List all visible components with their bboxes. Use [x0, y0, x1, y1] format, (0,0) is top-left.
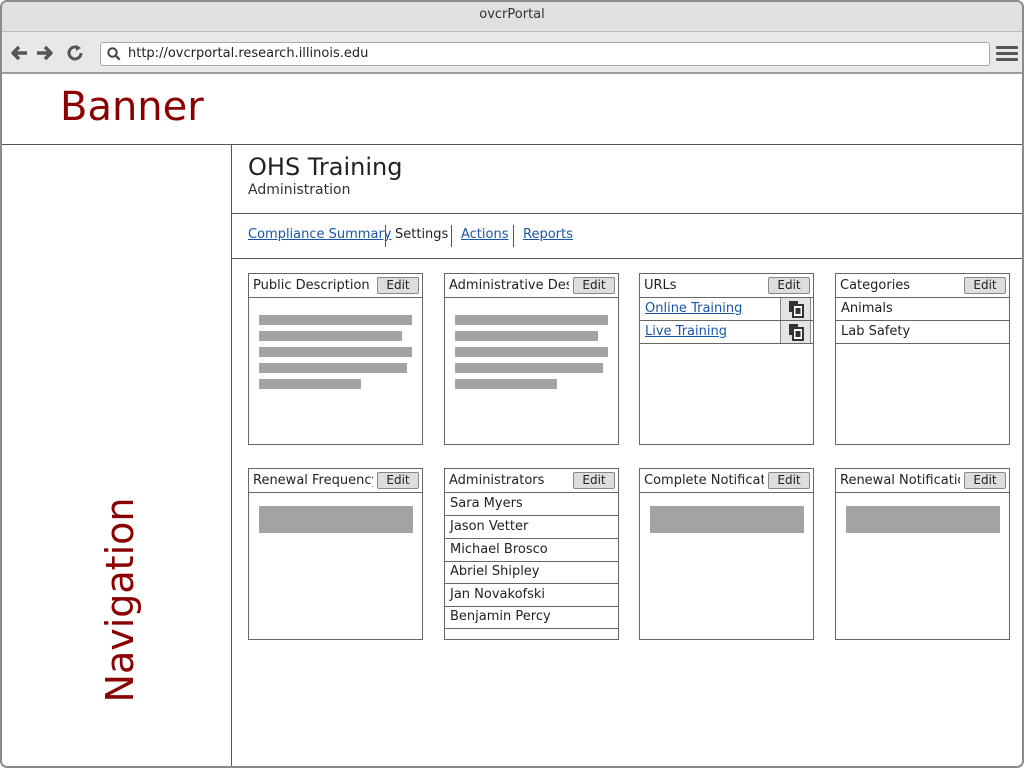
tab-settings[interactable]: Settings — [395, 225, 448, 247]
list-item: Lab Safety — [836, 321, 1009, 344]
browser-menu-button[interactable] — [996, 46, 1018, 64]
renewal-notification-panel: Renewal Notification Edit — [835, 468, 1010, 640]
edit-button[interactable]: Edit — [768, 277, 810, 294]
text-placeholder-line — [455, 347, 608, 357]
panel-title: Public Description — [253, 278, 370, 293]
urls-panel: URLs Edit Online Training Live Training — [639, 273, 814, 445]
edit-button[interactable]: Edit — [377, 472, 419, 489]
copy-icon — [789, 324, 804, 341]
tab-divider — [385, 225, 386, 247]
administrative-description-panel: Administrative Description Edit — [444, 273, 619, 445]
edit-button[interactable]: Edit — [964, 277, 1006, 294]
list-item: Jan Novakofski — [445, 584, 618, 607]
page-header: OHS Training Administration — [232, 145, 1022, 214]
panel-header: Administrative Description Edit — [445, 274, 618, 298]
text-placeholder-line — [455, 363, 603, 373]
panel-header: Public Description Edit — [249, 274, 422, 298]
arrow-right-icon — [37, 45, 53, 61]
text-placeholder-line — [259, 363, 407, 373]
back-button[interactable] — [8, 42, 30, 64]
text-placeholder-line — [259, 331, 402, 341]
arrow-left-icon — [11, 45, 27, 61]
reload-icon — [67, 45, 83, 61]
edit-button[interactable]: Edit — [573, 472, 615, 489]
panel-title: URLs — [644, 278, 677, 293]
copy-url-button[interactable] — [780, 321, 811, 343]
tab-compliance-summary[interactable]: Compliance Summary — [248, 225, 391, 247]
url-link[interactable]: Online Training — [645, 298, 742, 319]
tab-divider — [451, 225, 452, 247]
list-item: Benjamin Percy — [445, 606, 618, 629]
reload-button[interactable] — [64, 42, 86, 64]
edit-button[interactable]: Edit — [573, 277, 615, 294]
hamburger-menu-icon — [996, 46, 1018, 49]
text-placeholder-line — [259, 347, 412, 357]
edit-button[interactable]: Edit — [768, 472, 810, 489]
tab-divider — [513, 225, 514, 247]
edit-button[interactable]: Edit — [377, 277, 419, 294]
browser-toolbar: http://ovcrportal.research.illinois.edu — [2, 32, 1022, 74]
categories-panel: Categories Edit Animals Lab Safety — [835, 273, 1010, 445]
list-item: Animals — [836, 298, 1009, 321]
url-link[interactable]: Live Training — [645, 321, 727, 342]
tab-actions[interactable]: Actions — [461, 225, 509, 247]
complete-notification-panel: Complete Notification Edit — [639, 468, 814, 640]
copy-url-button[interactable] — [780, 298, 811, 320]
value-placeholder — [846, 506, 1000, 533]
list-item: Sara Myers — [445, 493, 618, 516]
edit-button[interactable]: Edit — [964, 472, 1006, 489]
text-placeholder-line — [455, 331, 598, 341]
public-description-panel: Public Description Edit — [248, 273, 423, 445]
address-text: http://ovcrportal.research.illinois.edu — [128, 46, 369, 61]
panel-title: Categories — [840, 278, 911, 293]
tab-reports[interactable]: Reports — [523, 225, 573, 247]
value-placeholder — [650, 506, 804, 533]
text-placeholder-line — [455, 315, 608, 325]
panel-header: Administrators Edit — [445, 469, 618, 493]
search-icon — [107, 47, 121, 61]
list-item: Jason Vetter — [445, 516, 618, 539]
window-title: ovcrPortal — [2, 2, 1022, 32]
panel-header: Renewal Notification Edit — [836, 469, 1009, 493]
administrators-panel: Administrators Edit Sara Myers Jason Vet… — [444, 468, 619, 640]
panel-header: Renewal Frequency Edit — [249, 469, 422, 493]
text-placeholder-line — [455, 379, 557, 389]
browser-window: ovcrPortal http://ovcrportal.research.il… — [0, 0, 1024, 768]
url-row: Live Training — [640, 321, 813, 344]
navigation-placeholder: Navigation — [98, 497, 142, 703]
text-placeholder-line — [259, 379, 361, 389]
url-row: Online Training — [640, 298, 813, 321]
panel-title: Renewal Frequency — [253, 473, 373, 488]
copy-icon — [789, 301, 804, 318]
panel-title: Administrative Description — [449, 278, 569, 293]
panel-header: URLs Edit — [640, 274, 813, 298]
list-item: Abriel Shipley — [445, 561, 618, 584]
address-bar[interactable]: http://ovcrportal.research.illinois.edu — [100, 42, 990, 66]
list-item: Michael Brosco — [445, 539, 618, 562]
page-subtitle: Administration — [248, 182, 351, 198]
tab-bar: Compliance Summary Settings Actions Repo… — [232, 214, 1022, 259]
banner: Banner — [2, 76, 1022, 145]
text-placeholder-line — [259, 315, 412, 325]
panel-title: Renewal Notification — [840, 473, 960, 488]
panel-header: Complete Notification Edit — [640, 469, 813, 493]
page-title: OHS Training — [248, 153, 403, 181]
renewal-frequency-panel: Renewal Frequency Edit — [248, 468, 423, 640]
navigation-sidebar: Navigation — [2, 145, 232, 766]
panel-title: Administrators — [449, 473, 545, 488]
panel-header: Categories Edit — [836, 274, 1009, 298]
forward-button[interactable] — [34, 42, 56, 64]
banner-placeholder: Banner — [60, 84, 204, 130]
panel-title: Complete Notification — [644, 473, 764, 488]
value-placeholder — [259, 506, 413, 533]
